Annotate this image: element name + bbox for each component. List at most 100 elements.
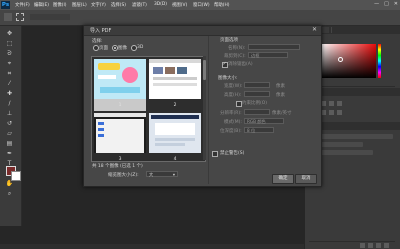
height-field[interactable] [244, 91, 270, 97]
thumb-text [98, 75, 116, 79]
status-bar [0, 244, 304, 249]
menu-image[interactable]: 图像(I) [53, 2, 67, 8]
cancel-button[interactable]: 取消 [295, 174, 317, 184]
thumb-block [153, 67, 163, 74]
curves-icon[interactable] [329, 101, 334, 106]
background-color[interactable] [11, 171, 21, 181]
radio-image-label: 图像 [118, 46, 127, 51]
thumbnail-size-select[interactable]: 大 ▾ [146, 171, 178, 177]
color-picker [309, 42, 385, 79]
thumbnail-4[interactable]: 4 [149, 113, 201, 161]
window-controls: — □ ✕ [374, 1, 398, 9]
thumbnail-size-value: 大 [149, 172, 154, 177]
name-field[interactable] [248, 44, 300, 50]
menu-select[interactable]: 选择(S) [111, 2, 126, 8]
suppress-warnings-checkbox[interactable] [212, 151, 218, 157]
constrain-label: 约束比例(O) [242, 101, 268, 106]
saturation-field[interactable] [321, 44, 376, 78]
thumb-header [149, 59, 201, 63]
trash-icon[interactable] [384, 243, 389, 248]
color-cursor[interactable] [338, 57, 343, 62]
ok-button[interactable]: 确定 [272, 174, 294, 184]
gradient-icon[interactable]: ▤ [3, 140, 16, 148]
selection-options[interactable] [30, 14, 70, 20]
minimize-icon[interactable]: — [374, 1, 379, 9]
thumbnail-grid: 1 2 3 4 [91, 56, 206, 162]
menu-bar: Ps 文件(F) 编辑(E) 图像(I) 图层(L) 文字(Y) 选择(S) 滤… [0, 0, 400, 10]
marquee-icon[interactable]: ⬚ [3, 40, 16, 48]
depth-label: 位深度(B): [220, 129, 242, 134]
move-tool-icon[interactable]: ✥ [3, 30, 16, 38]
thumb-text [155, 143, 185, 146]
radio-3d-label: 3D [137, 45, 144, 50]
menu-help[interactable]: 帮助(H) [214, 2, 230, 8]
eraser-icon[interactable]: ▱ [3, 130, 16, 138]
column-divider [208, 36, 209, 184]
crop-label: 裁剪到(C): [224, 54, 246, 59]
page-options-title: 页面选项 [220, 38, 238, 43]
exposure-icon[interactable] [337, 101, 342, 106]
hue-slider[interactable] [378, 44, 381, 78]
stamp-icon[interactable]: ⊥ [3, 110, 16, 118]
height-label: 高度(H): [224, 93, 242, 98]
history-brush-icon[interactable]: ↺ [3, 120, 16, 128]
thumb-block [177, 67, 187, 74]
menu-window[interactable]: 窗口(W) [193, 2, 210, 8]
quick-select-icon[interactable]: ⌖ [3, 60, 16, 68]
marquee-tool-icon[interactable] [16, 13, 24, 21]
tab-swatches[interactable] [331, 27, 354, 33]
anti-alias-label: 消除锯齿(A) [228, 62, 253, 67]
new-layer-icon[interactable] [360, 243, 365, 248]
menu-file[interactable]: 文件(F) [15, 2, 30, 8]
layer-filter[interactable] [313, 134, 393, 139]
menu-view[interactable]: 视图(V) [172, 2, 187, 8]
options-bar [0, 10, 400, 26]
thumbnail-number: 1 [118, 103, 122, 108]
dialog-close-icon[interactable]: ✕ [312, 26, 317, 33]
thumb-text [155, 138, 195, 141]
height-unit: 像素 [276, 93, 285, 98]
healing-brush-icon[interactable]: ✚ [3, 90, 16, 98]
menu-edit[interactable]: 编辑(E) [34, 2, 49, 8]
thumbnail-3[interactable]: 3 [94, 113, 146, 162]
thumbnail-1[interactable]: 1 [94, 59, 146, 111]
thumb-text [153, 83, 197, 86]
menu-filter[interactable]: 滤镜(T) [132, 2, 147, 8]
divider [309, 241, 395, 242]
menu-layer[interactable]: 图层(L) [72, 2, 87, 8]
eyedropper-icon[interactable]: ⁄ [3, 80, 16, 88]
thumb-card [155, 123, 195, 135]
maximize-icon[interactable]: □ [384, 1, 389, 9]
home-icon[interactable] [4, 13, 12, 21]
thumbnail-size-label: 缩览图大小(Z): [108, 173, 139, 178]
resolution-field[interactable] [244, 109, 270, 115]
hand-icon[interactable]: ✋ [3, 180, 16, 188]
image-size-title: 图像大小: [218, 76, 238, 81]
thumbnail-2[interactable]: 2 [149, 59, 201, 111]
dialog-title: 导入 PDF [90, 28, 112, 34]
thumbnail-number: 3 [118, 157, 122, 162]
color-balance-icon[interactable] [329, 110, 334, 115]
zoom-icon[interactable]: ⌕ [3, 190, 16, 198]
mask-icon[interactable] [376, 243, 381, 248]
tools-panel: ✥ ⬚ ᘐ ⌖ ⌗ ⁄ ✚ ∕ ⊥ ↺ ▱ ▤ ✒ T ➤ ✋ ⌕ [0, 26, 22, 226]
pen-icon[interactable]: ✒ [3, 150, 16, 158]
black-white-icon[interactable] [337, 110, 342, 115]
width-field[interactable] [244, 82, 270, 88]
crop-select[interactable]: 边框 [248, 52, 288, 58]
mode-select[interactable]: RGB 颜色 [244, 118, 284, 124]
depth-select[interactable]: 8 位 [244, 127, 274, 133]
import-pdf-dialog: 导入 PDF ✕ 选择: 页面 图像 3D 1 2 3 4 共 18 个图像 (… [83, 25, 322, 187]
menu-type[interactable]: 文字(Y) [91, 2, 106, 8]
thumb-link [98, 128, 104, 131]
lock-row[interactable] [313, 150, 373, 155]
scrollbar-thumb[interactable] [203, 60, 206, 80]
crop-icon[interactable]: ⌗ [3, 70, 16, 78]
thumbnail-scrollbar[interactable] [203, 56, 206, 160]
menu-3d[interactable]: 3D(D) [154, 2, 167, 7]
close-icon[interactable]: ✕ [394, 1, 398, 9]
name-label: 名称(N): [228, 46, 246, 51]
group-icon[interactable] [368, 243, 373, 248]
brush-icon[interactable]: ∕ [3, 100, 16, 108]
lasso-icon[interactable]: ᘐ [3, 50, 16, 58]
